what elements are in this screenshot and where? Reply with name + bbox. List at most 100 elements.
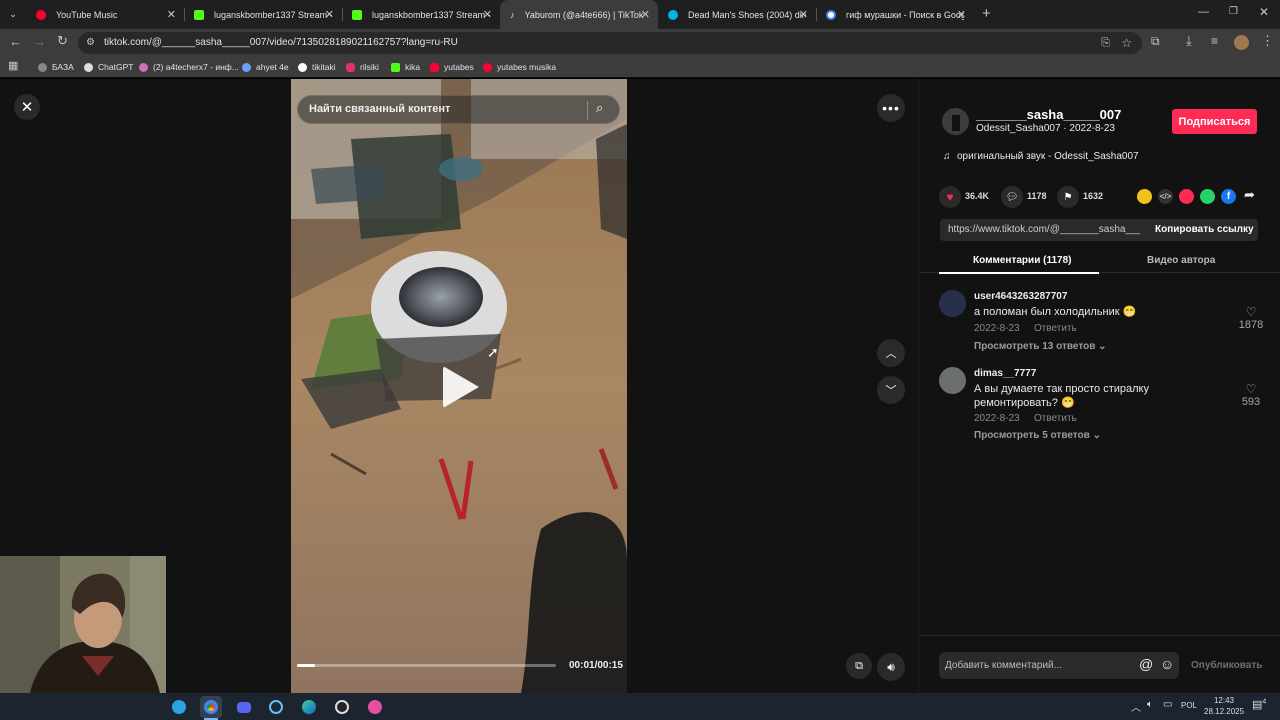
media-controls-icon[interactable]: ≡ xyxy=(1211,34,1218,48)
bookmark-baza[interactable]: БАЗА xyxy=(38,60,74,74)
related-search-input[interactable]: Найти связанный контент ⌕ xyxy=(297,95,620,124)
app-icon[interactable] xyxy=(364,696,386,718)
discord-icon[interactable] xyxy=(233,696,255,718)
bookmark-icon[interactable]: ⚑ xyxy=(1057,186,1079,208)
bookmark-yutabes-musika[interactable]: yutabes musika xyxy=(483,60,556,74)
embed-code-icon[interactable]: </> xyxy=(1158,189,1173,204)
obs-icon[interactable] xyxy=(331,696,353,718)
reply-button[interactable]: Ответить xyxy=(1034,413,1077,424)
menu-kebab-icon[interactable]: ⋮ xyxy=(1261,33,1274,49)
close-icon[interactable]: ✕ xyxy=(14,94,40,120)
author-username[interactable]: _______sasha_____007 xyxy=(976,107,1121,122)
search-icon[interactable]: ⌕ xyxy=(596,100,603,116)
bookmark-kika[interactable]: kika xyxy=(391,60,420,74)
author-avatar[interactable] xyxy=(942,108,969,135)
url-field[interactable]: ⚙ tiktok.com/@______sasha_____007/video/… xyxy=(78,32,1142,54)
close-icon[interactable]: ✕ xyxy=(325,8,334,21)
comment-like[interactable]: ♡ 593 xyxy=(1231,382,1271,408)
close-icon[interactable]: ✕ xyxy=(641,8,650,21)
bookmark-yutabes[interactable]: yutabes xyxy=(430,60,474,74)
video-frame[interactable]: Найти связанный контент ⌕ ➚ 00:01/00:15 xyxy=(291,79,627,693)
volume-icon[interactable]: 🔊︎ xyxy=(877,653,905,681)
bookmark-ahyet[interactable]: ahyet 4e xyxy=(242,60,289,74)
tab-youtube-music[interactable]: YouTube Music ✕ xyxy=(26,0,184,29)
comment-username[interactable]: user4643263287707 xyxy=(974,291,1067,302)
play-icon[interactable] xyxy=(443,366,479,408)
new-tab-icon[interactable]: + xyxy=(982,5,991,22)
language-indicator[interactable]: POL xyxy=(1181,701,1197,710)
bookmark-star-icon[interactable]: ☆ xyxy=(1121,32,1132,54)
view-replies-button[interactable]: Просмотреть 5 ответов ⌄ xyxy=(974,430,1101,441)
emoji-icon[interactable]: ☺ xyxy=(1160,656,1174,672)
video-link[interactable]: https://www.tiktok.com/@_______sasha____… xyxy=(948,224,1140,235)
send-to-friend-icon[interactable] xyxy=(1179,189,1194,204)
follow-button[interactable]: Подписаться xyxy=(1172,109,1257,134)
extensions-icon[interactable]: ⧉ xyxy=(1151,34,1160,49)
author-nickname-date: Odessit_Sasha007 · 2022-8-23 xyxy=(976,123,1115,134)
chrome-icon[interactable] xyxy=(200,696,222,718)
close-icon[interactable]: ✕ xyxy=(483,8,492,21)
steam-icon[interactable] xyxy=(265,696,287,718)
restore-icon[interactable]: ❐ xyxy=(1229,6,1238,17)
comment-input[interactable]: Добавить комментарий... @ ☺ xyxy=(939,652,1179,679)
network-icon[interactable]: ▭ xyxy=(1163,699,1172,710)
edge-icon[interactable] xyxy=(298,696,320,718)
globe-icon xyxy=(38,62,47,72)
like-icon[interactable]: ♥ xyxy=(939,186,961,208)
tab-search-button[interactable]: ⌄ xyxy=(0,0,26,29)
bookmark-a4techerx7[interactable]: (2) a4techerx7 - инф... xyxy=(139,60,239,74)
video-progress-bar[interactable] xyxy=(297,664,556,667)
tab-google-search[interactable]: гиф мурашки - Поиск в Google ✕ xyxy=(816,0,974,29)
notifications-icon[interactable]: ▤4 xyxy=(1252,698,1266,711)
close-icon[interactable]: ✕ xyxy=(799,8,808,21)
tab-dead-mans-shoes[interactable]: Dead Man's Shoes (2004) direct ✕ xyxy=(658,0,816,29)
comment-username[interactable]: dimas__7777 xyxy=(974,368,1036,379)
clock[interactable]: 12:43 28.12.2025 xyxy=(1204,695,1244,717)
apps-grid-icon[interactable]: ▦ xyxy=(8,59,18,72)
more-options-icon[interactable]: ••• xyxy=(877,94,905,122)
chevron-up-icon[interactable]: ︿ xyxy=(877,339,905,367)
reply-button[interactable]: Ответить xyxy=(1034,323,1077,334)
tab-kick-stream-2[interactable]: luganskbomber1337 Stream - V ✕ xyxy=(342,0,500,29)
tab-comments[interactable]: Комментарии (1178) xyxy=(973,255,1071,266)
forward-icon[interactable]: → xyxy=(33,34,46,49)
bookmark-chatgpt[interactable]: ChatGPT xyxy=(84,60,133,74)
window-close-icon[interactable]: ✕ xyxy=(1259,5,1269,19)
music-label[interactable]: оригинальный звук - Odessit_Sasha007 xyxy=(957,151,1139,162)
comment-avatar[interactable] xyxy=(939,367,966,394)
tray-chevron-icon[interactable]: ︿ xyxy=(1131,699,1141,714)
pip-icon[interactable]: ⧉ xyxy=(846,653,872,679)
whatsapp-icon[interactable] xyxy=(1200,189,1215,204)
reload-icon[interactable]: ↻ xyxy=(57,33,68,49)
facebook-icon[interactable]: f xyxy=(1221,189,1236,204)
install-app-icon[interactable]: ⎘ xyxy=(1101,32,1110,54)
chevron-down-icon[interactable]: ﹀ xyxy=(877,376,905,404)
profile-avatar[interactable] xyxy=(1234,35,1249,50)
kick-icon xyxy=(352,9,362,20)
comment-icon[interactable]: 💬︎ xyxy=(1001,186,1023,208)
post-comment-button[interactable]: Опубликовать xyxy=(1191,660,1262,671)
bookmark-tikitaki[interactable]: tikitaki xyxy=(298,60,336,74)
copy-link-button[interactable]: Копировать ссылку xyxy=(1155,224,1254,235)
coin-icon[interactable] xyxy=(1137,189,1152,204)
close-icon[interactable]: ✕ xyxy=(167,8,176,21)
volume-tray-icon[interactable]: 🔈︎ xyxy=(1147,699,1153,710)
close-icon[interactable]: ✕ xyxy=(957,8,966,21)
share-icon[interactable]: ➦ xyxy=(1244,187,1255,203)
mention-icon[interactable]: @ xyxy=(1139,656,1153,672)
kick-icon xyxy=(194,9,204,20)
back-icon[interactable]: ← xyxy=(9,34,22,49)
telegram-icon[interactable] xyxy=(168,696,190,718)
tab-tiktok[interactable]: ♪ Yaburom (@a4te666) | TikTok ✕ xyxy=(500,0,658,29)
tab-kick-stream-1[interactable]: luganskbomber1337 Stream - K ✕ xyxy=(184,0,342,29)
view-replies-button[interactable]: Просмотреть 13 ответов ⌄ xyxy=(974,341,1107,352)
minimize-icon[interactable]: — xyxy=(1198,6,1209,18)
bookmark-rilsiki[interactable]: rilsiki xyxy=(346,60,379,74)
chatgpt-icon xyxy=(84,62,93,72)
downloads-icon[interactable]: ⤓ xyxy=(1186,33,1192,49)
site-info-icon[interactable]: ⚙ xyxy=(86,32,95,54)
youtube-music-icon xyxy=(483,62,492,72)
comment-like[interactable]: ♡ 1878 xyxy=(1231,305,1271,331)
tab-author-videos[interactable]: Видео автора xyxy=(1147,255,1215,266)
comment-avatar[interactable] xyxy=(939,290,966,317)
